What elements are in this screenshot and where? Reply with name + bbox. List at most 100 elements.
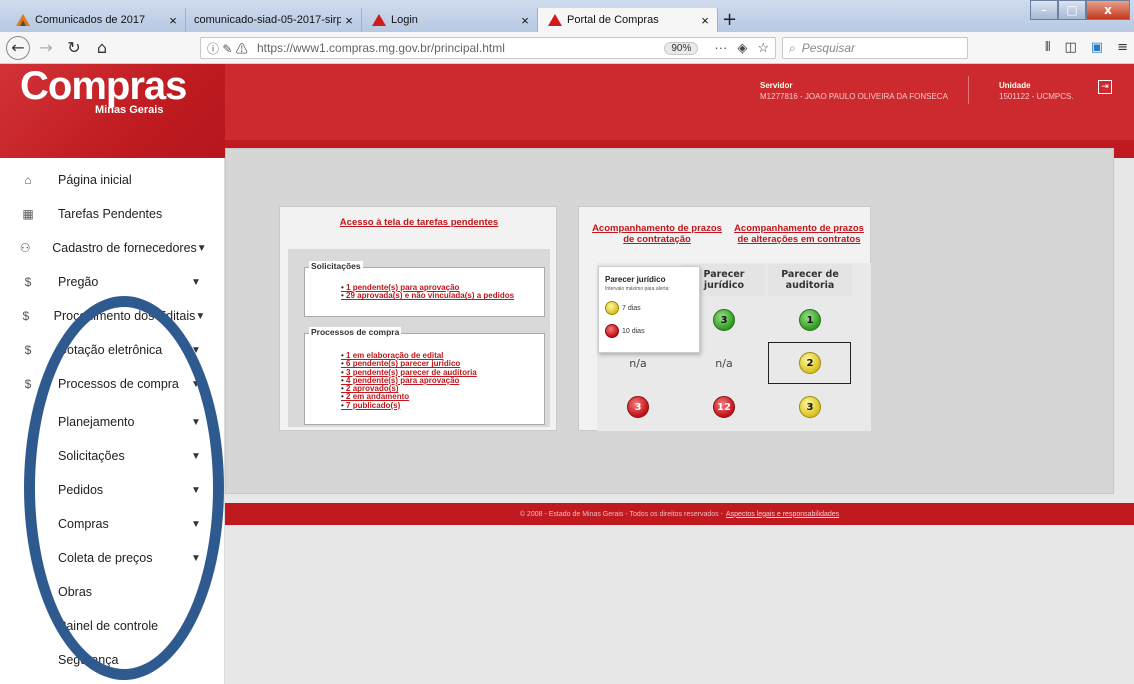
sidebar-item-painel-controle[interactable]: Painel de controle <box>0 614 225 638</box>
grid-cell: 3 <box>768 386 852 428</box>
sidebar-item-obras[interactable]: Obras <box>0 580 225 604</box>
grid-cell: 1 <box>768 298 852 342</box>
tab-title: comunicado-siad-05-2017-sirp-cria <box>194 14 341 26</box>
status-ball-green[interactable]: 3 <box>713 309 735 331</box>
extension-icon[interactable]: ▣ <box>1091 40 1103 55</box>
solicitacoes-legend: Solicitações <box>309 261 363 271</box>
unidade-info: Unidade 1501122 - UCMPCS. <box>999 80 1074 102</box>
site-logo[interactable]: Compras <box>20 66 187 106</box>
sidebar-item-coleta-precos[interactable]: Coleta de preços ▼ <box>0 546 225 570</box>
brand-logo-icon <box>16 14 30 26</box>
minimize-button[interactable]: – <box>1030 0 1058 20</box>
sidebar-item-compras[interactable]: Compras ▼ <box>0 512 225 536</box>
sidebar-item-cadastro-fornecedores[interactable]: ⚇ Cadastro de fornecedores ▼ <box>0 236 225 260</box>
sidebar-item-label: Painel de controle <box>58 619 159 633</box>
search-input[interactable]: ⌕ Pesquisar <box>782 37 968 59</box>
tab-title: Login <box>391 14 418 26</box>
tab-comunicados[interactable]: Comunicados de 2017 × <box>6 8 186 32</box>
tab-portal-compras[interactable]: Portal de Compras × <box>538 8 718 32</box>
sidebar-item-procedimento-editais[interactable]: $ Procedimento dos Editais ▼ <box>0 304 225 328</box>
library-icon[interactable]: ⫴ <box>1045 40 1050 55</box>
sidebar-item-tarefas-pendentes[interactable]: ▦ Tarefas Pendentes <box>0 202 225 226</box>
chevron-down-icon: ▼ <box>196 242 207 254</box>
sidebar-item-pagina-inicial[interactable]: ⌂ Página inicial <box>0 168 225 192</box>
solicitacoes-list: 1 pendente(s) para aprovação 29 aprovada… <box>341 283 514 301</box>
page-actions-icon[interactable]: ··· <box>714 40 727 56</box>
tooltip-row-yellow: 7 dias <box>605 301 641 315</box>
processos-list: 1 em elaboração de edital 6 pendente(s) … <box>341 351 477 410</box>
processos-legend: Processos de compra <box>309 327 402 337</box>
grid-cell: 3 <box>596 386 680 428</box>
home-icon[interactable]: ⌂ <box>90 36 114 60</box>
tooltip-row-red: 10 dias <box>605 324 645 338</box>
sidebar-item-cotacao-eletronica[interactable]: $ Cotação eletrônica ▼ <box>0 338 225 362</box>
home-icon: ⌂ <box>24 173 32 187</box>
dollar-icon: $ <box>24 275 32 289</box>
close-icon[interactable]: × <box>697 13 713 28</box>
solicitacoes-item[interactable]: 29 aprovada(s) e não vinculada(s) a pedi… <box>341 291 514 300</box>
dollar-icon: $ <box>22 309 30 323</box>
tab-comunicado-siad[interactable]: comunicado-siad-05-2017-sirp-cria × <box>186 8 362 32</box>
sidebar-toggle-icon[interactable]: ◫ <box>1065 40 1077 55</box>
chevron-down-icon: ▼ <box>195 310 206 322</box>
prazos-contratacao-link[interactable]: Acompanhamento de prazos de contratação <box>587 223 727 245</box>
tab-login[interactable]: Login × <box>362 8 538 32</box>
chevron-down-icon: ▼ <box>191 450 201 462</box>
site-logo-subtitle: Minas Gerais <box>95 104 164 116</box>
tasks-pendentes-link[interactable]: Acesso à tela de tarefas pendentes <box>280 217 558 228</box>
status-ball-yellow[interactable]: 3 <box>799 396 821 418</box>
menu-icon[interactable]: ≡ <box>1117 40 1128 55</box>
grid-icon: ▦ <box>22 207 34 221</box>
logout-icon[interactable]: ⇥ <box>1098 80 1112 94</box>
sidebar-item-processos-compra[interactable]: $ Processos de compra ▼ <box>0 372 225 396</box>
close-icon[interactable]: × <box>165 13 181 28</box>
header-divider <box>968 76 969 104</box>
prazos-alteracoes-link[interactable]: Acompanhamento de prazos de alterações e… <box>731 223 867 245</box>
people-icon: ⚇ <box>19 241 31 255</box>
sidebar-item-pedidos[interactable]: Pedidos ▼ <box>0 478 225 502</box>
forward-icon[interactable]: → <box>34 36 58 60</box>
footer-legal-link[interactable]: Aspectos legais e responsabilidades <box>726 511 839 518</box>
footer-text: © 2008 - Estado de Minas Gerais - Todos … <box>519 510 723 518</box>
red-ball-icon <box>605 324 619 338</box>
brand-logo-icon <box>372 14 386 26</box>
zoom-indicator[interactable]: 90% <box>664 41 699 55</box>
site-info-icon[interactable]: ⓘ ✎ ⚠ <box>207 40 257 57</box>
close-icon[interactable]: × <box>341 13 357 28</box>
processos-item[interactable]: 7 publicado(s) <box>341 401 477 410</box>
tooltip-yellow-label: 7 dias <box>622 304 641 312</box>
pocket-icon[interactable]: ◈ <box>737 40 747 56</box>
sidebar-item-label: Obras <box>58 585 93 599</box>
close-icon[interactable]: × <box>517 13 533 28</box>
tooltip-red-label: 10 dias <box>622 327 645 335</box>
status-ball-red[interactable]: 3 <box>627 396 649 418</box>
servidor-info: Servidor M1277816 - JOAO PAULO OLIVEIRA … <box>760 80 948 102</box>
browser-tab-strip: Comunicados de 2017 × comunicado-siad-05… <box>0 0 1134 32</box>
sidebar-item-label: Processos de compra <box>58 377 179 391</box>
brand-logo-icon <box>548 14 562 26</box>
new-tab-button[interactable]: + <box>722 9 737 30</box>
url-text[interactable]: https://www1.compras.mg.gov.br/principal… <box>257 41 664 55</box>
sidebar-item-label: Solicitações <box>58 449 125 463</box>
status-ball-green[interactable]: 1 <box>799 309 821 331</box>
sidebar-item-label: Procedimento dos Editais <box>53 309 196 323</box>
selected-cell-outline <box>768 342 851 384</box>
back-icon[interactable]: ← <box>6 35 30 60</box>
address-bar[interactable]: ⓘ ✎ ⚠ https://www1.compras.mg.gov.br/pri… <box>200 37 776 59</box>
close-window-button[interactable]: x <box>1086 0 1130 20</box>
chevron-down-icon: ▼ <box>191 416 201 428</box>
servidor-label: Servidor <box>760 81 793 90</box>
bookmark-star-icon[interactable]: ☆ <box>757 40 769 56</box>
search-icon: ⌕ <box>789 40 796 55</box>
site-footer: © 2008 - Estado de Minas Gerais - Todos … <box>225 503 1134 525</box>
sidebar-item-solicitacoes[interactable]: Solicitações ▼ <box>0 444 225 468</box>
sidebar-item-pregao[interactable]: $ Pregão ▼ <box>0 270 225 294</box>
sidebar-item-planejamento[interactable]: Planejamento ▼ <box>0 410 225 434</box>
reload-icon[interactable]: ↻ <box>62 36 86 60</box>
sidebar-item-seguranca[interactable]: Segurança <box>0 648 225 672</box>
browser-nav-bar: ← → ↻ ⌂ ⓘ ✎ ⚠ https://www1.compras.mg.go… <box>0 32 1134 64</box>
maximize-button[interactable]: □ <box>1058 0 1086 20</box>
sidebar-item-label: Compras <box>58 517 109 531</box>
status-ball-red[interactable]: 12 <box>713 396 735 418</box>
sidebar-item-label: Página inicial <box>58 173 132 187</box>
